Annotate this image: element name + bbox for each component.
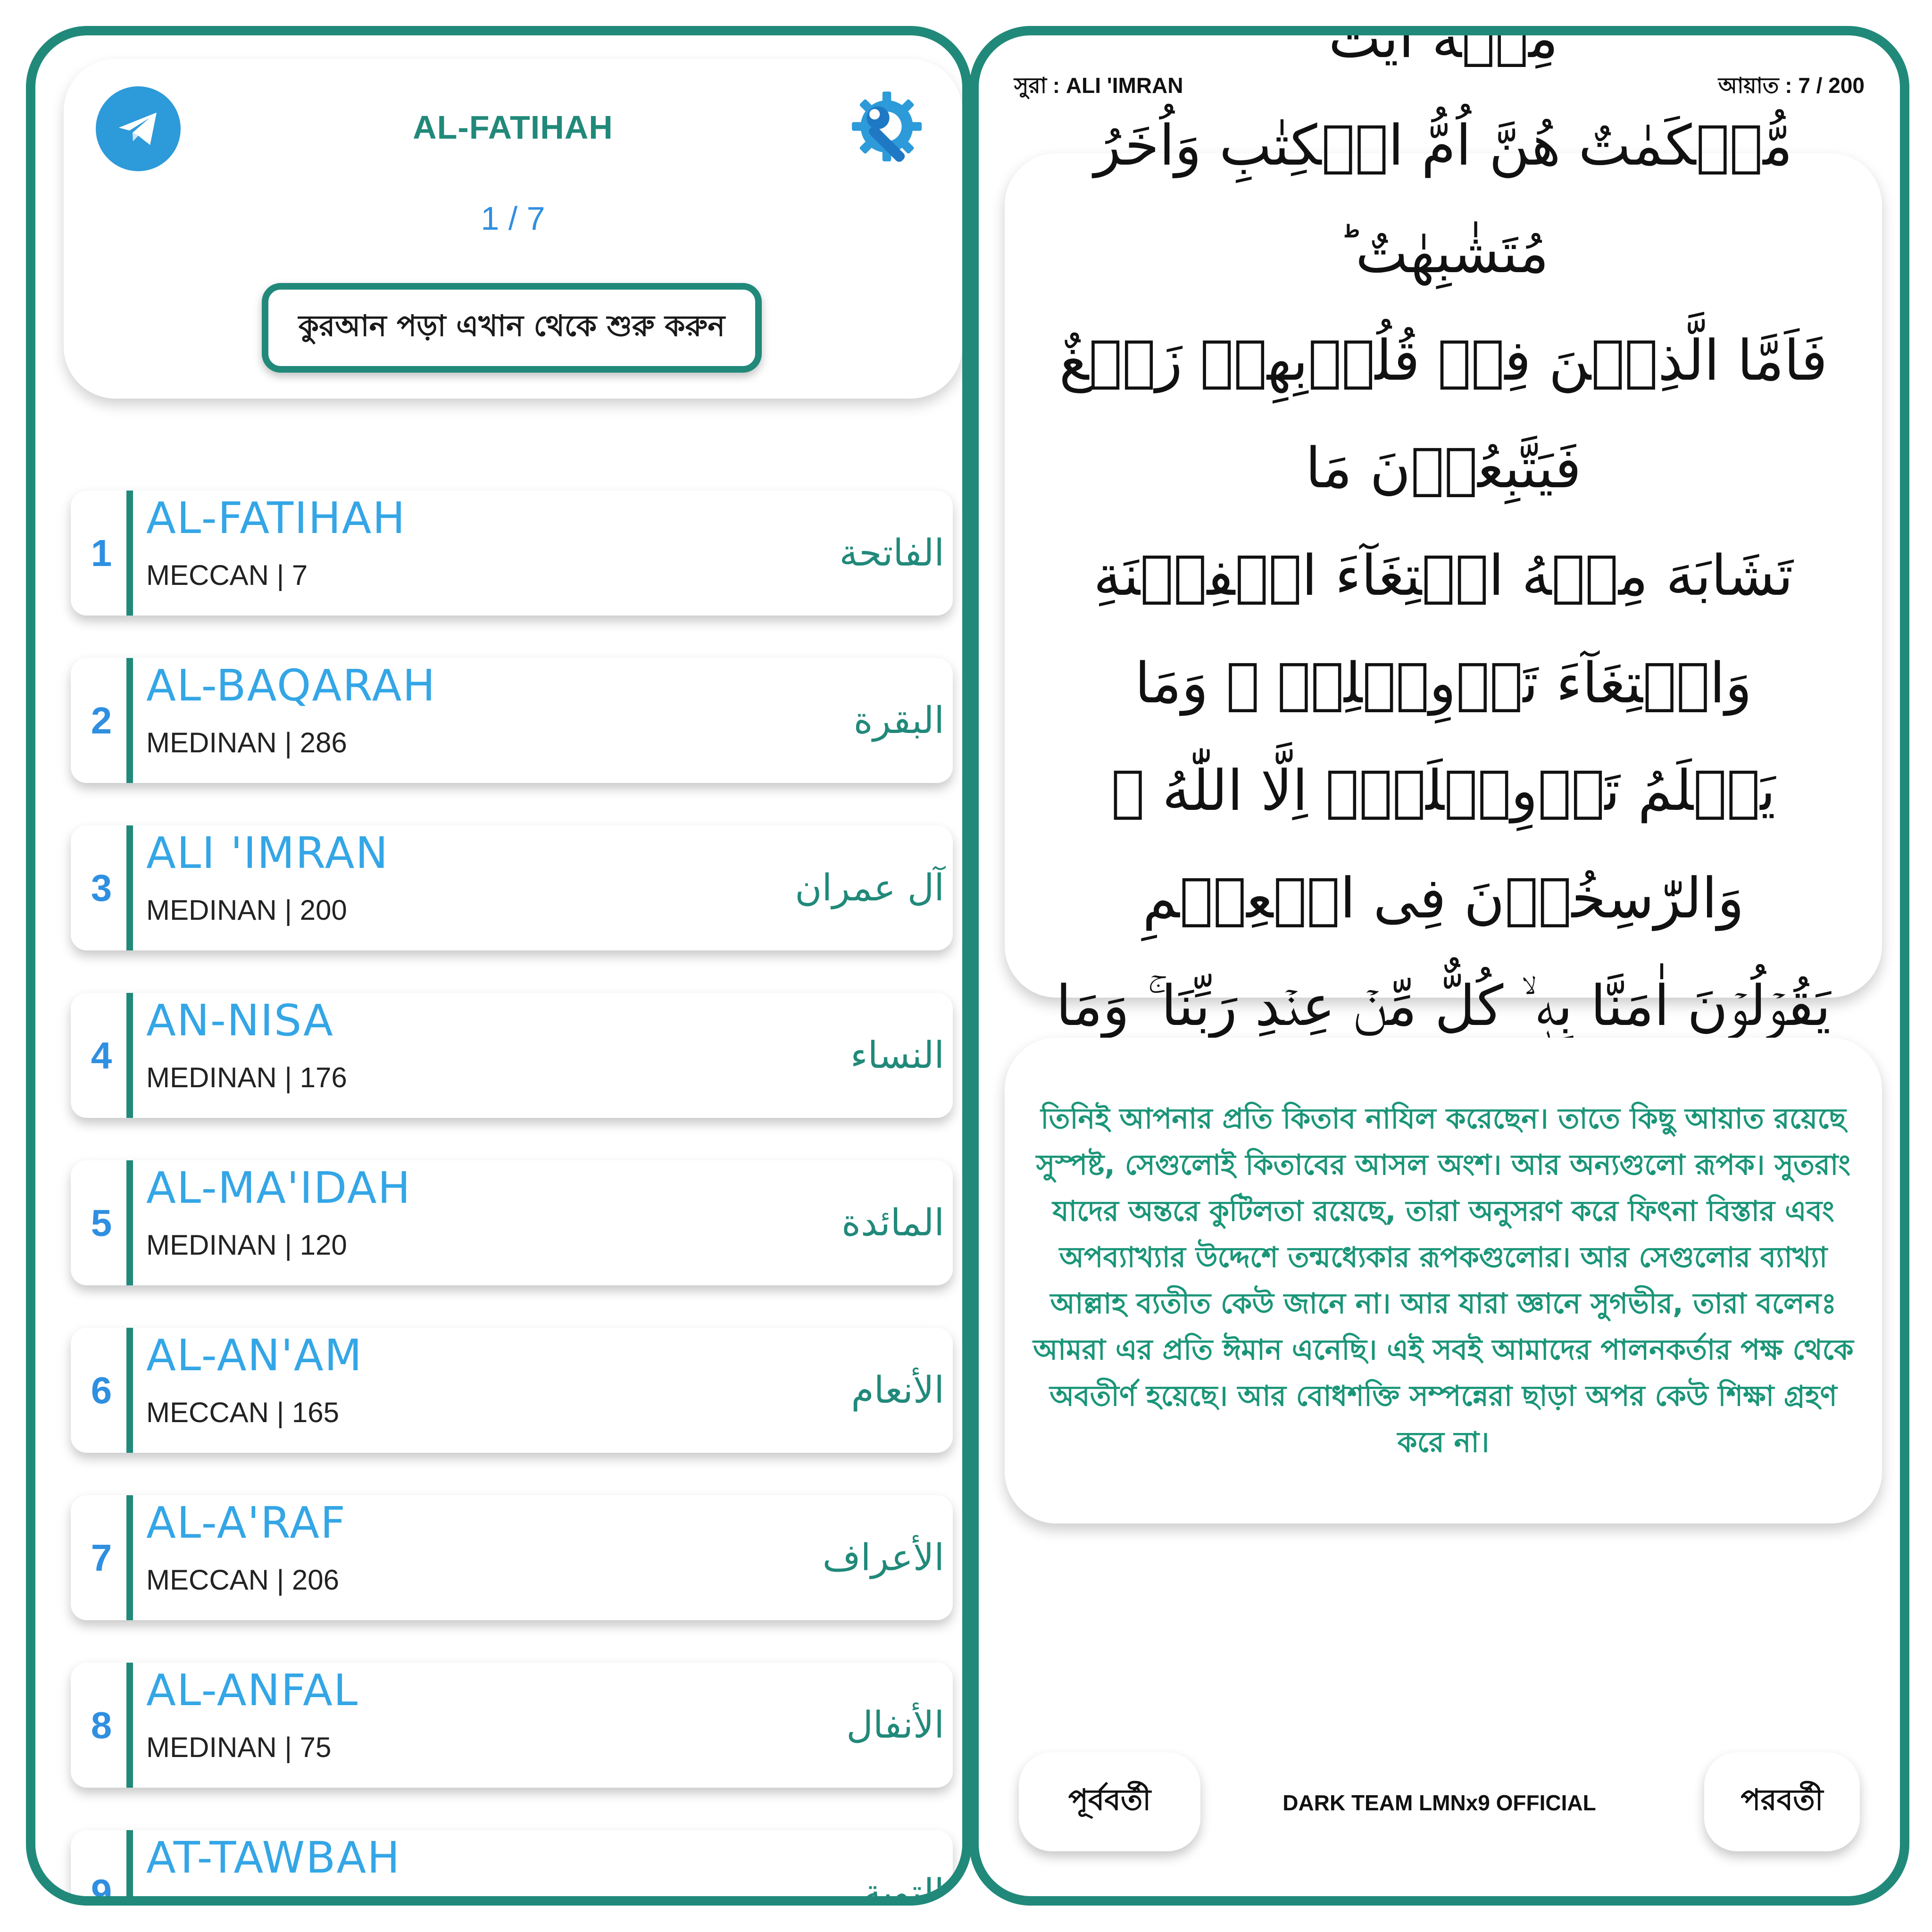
divider [126,658,133,783]
ayah-reader-screen: সুরা : ALI 'IMRAN আয়াত : 7 / 200 هُوَ ا… [969,26,1909,1906]
surah-name: ALI 'IMRAN [146,828,389,878]
surah-arabic-name: المائدة [841,1201,944,1244]
surah-meta: MEDINAN | 120 [146,1229,347,1261]
surah-arabic-name: الأنعام [851,1369,944,1412]
list-item[interactable]: 2 AL-BAQARAH MEDINAN | 286 البقرة [71,658,953,783]
divider [126,825,133,950]
surah-number: 2 [91,699,112,741]
divider [126,1830,133,1896]
divider [126,1663,133,1788]
surah-arabic-name: آل عمران [795,866,944,909]
list-item[interactable]: 7 AL-A'RAF MECCAN | 206 الأعراف [71,1495,953,1620]
surah-number: 3 [91,866,112,909]
surah-arabic-name: الفاتحة [839,532,944,575]
list-item[interactable]: 4 AN-NISA MEDINAN | 176 النساء [71,993,953,1118]
divider [126,1495,133,1620]
list-item[interactable]: 9 AT-TAWBAH MEDINAN | 129 التوبة [71,1830,953,1906]
surah-arabic-name: الأنفال [846,1704,944,1747]
next-button[interactable]: পরবর্তী [1704,1752,1860,1851]
surah-meta: MEDINAN | 176 [146,1062,347,1093]
list-item[interactable]: 6 AL-AN'AM MECCAN | 165 الأنعام [71,1328,953,1453]
list-item[interactable]: 5 AL-MA'IDAH MEDINAN | 120 المائدة [71,1160,953,1285]
surah-number: 8 [91,1704,112,1746]
surah-arabic-name: البقرة [853,699,944,742]
surah-arabic-name: الأعراف [822,1536,944,1579]
surah-number: 9 [91,1871,112,1906]
surah-name: AL-ANFAL [146,1665,359,1715]
divider [126,1160,133,1285]
surah-meta: MEDINAN | 286 [146,727,347,758]
translation-text: তিনিই আপনার প্রতি কিতাব নাযিল করেছেন। তা… [1033,1102,1854,1459]
surah-name: AL-A'RAF [146,1498,347,1548]
surah-arabic-name: التوبة [863,1871,944,1906]
divider [126,993,133,1118]
surah-name: AL-BAQARAH [146,660,436,711]
surah-number: 4 [91,1034,112,1076]
surah-number: 1 [91,532,112,574]
surah-list-screen: AL-FATIHAH 1 / 7 কুরআন পড়া এখান থেকে শু… [26,26,972,1906]
surah-meta: MEDINAN | 75 [146,1732,332,1763]
arabic-verse-card: هُوَ الَّذِىٓ اَنزَلَ عَلَيۡكَ الۡكِتٰبَ… [1005,35,1882,1253]
surah-arabic-name: النساء [850,1034,944,1077]
surah-name: AN-NISA [146,995,334,1046]
surah-number: 6 [91,1369,112,1411]
surah-name: AL-FATIHAH [146,493,406,543]
surah-meta: MECCAN | 165 [146,1397,340,1428]
surah-name: AL-AN'AM [146,1330,363,1381]
surah-meta: MEDINAN | 200 [146,894,347,926]
surah-meta: MECCAN | 206 [146,1564,340,1596]
list-item[interactable]: 3 ALI 'IMRAN MEDINAN | 200 آل عمران [71,825,953,950]
translation-card: তিনিই আপনার প্রতি কিতাব নাযিল করেছেন। তা… [1005,1038,1882,1524]
surah-list: 1 AL-FATIHAH MECCAN | 7 الفاتحة 2 AL-BAQ… [35,35,962,1896]
surah-name: AT-TAWBAH [146,1832,401,1883]
surah-name: AL-MA'IDAH [146,1163,411,1213]
surah-meta: MEDINAN | 129 [146,1899,347,1906]
surah-number: 7 [91,1536,112,1579]
surah-meta: MECCAN | 7 [146,559,308,591]
divider [126,1328,133,1453]
list-item[interactable]: 1 AL-FATIHAH MECCAN | 7 الفاتحة [71,491,953,616]
surah-number: 5 [91,1201,112,1244]
divider [126,491,133,616]
list-item[interactable]: 8 AL-ANFAL MEDINAN | 75 الأنفال [71,1663,953,1788]
